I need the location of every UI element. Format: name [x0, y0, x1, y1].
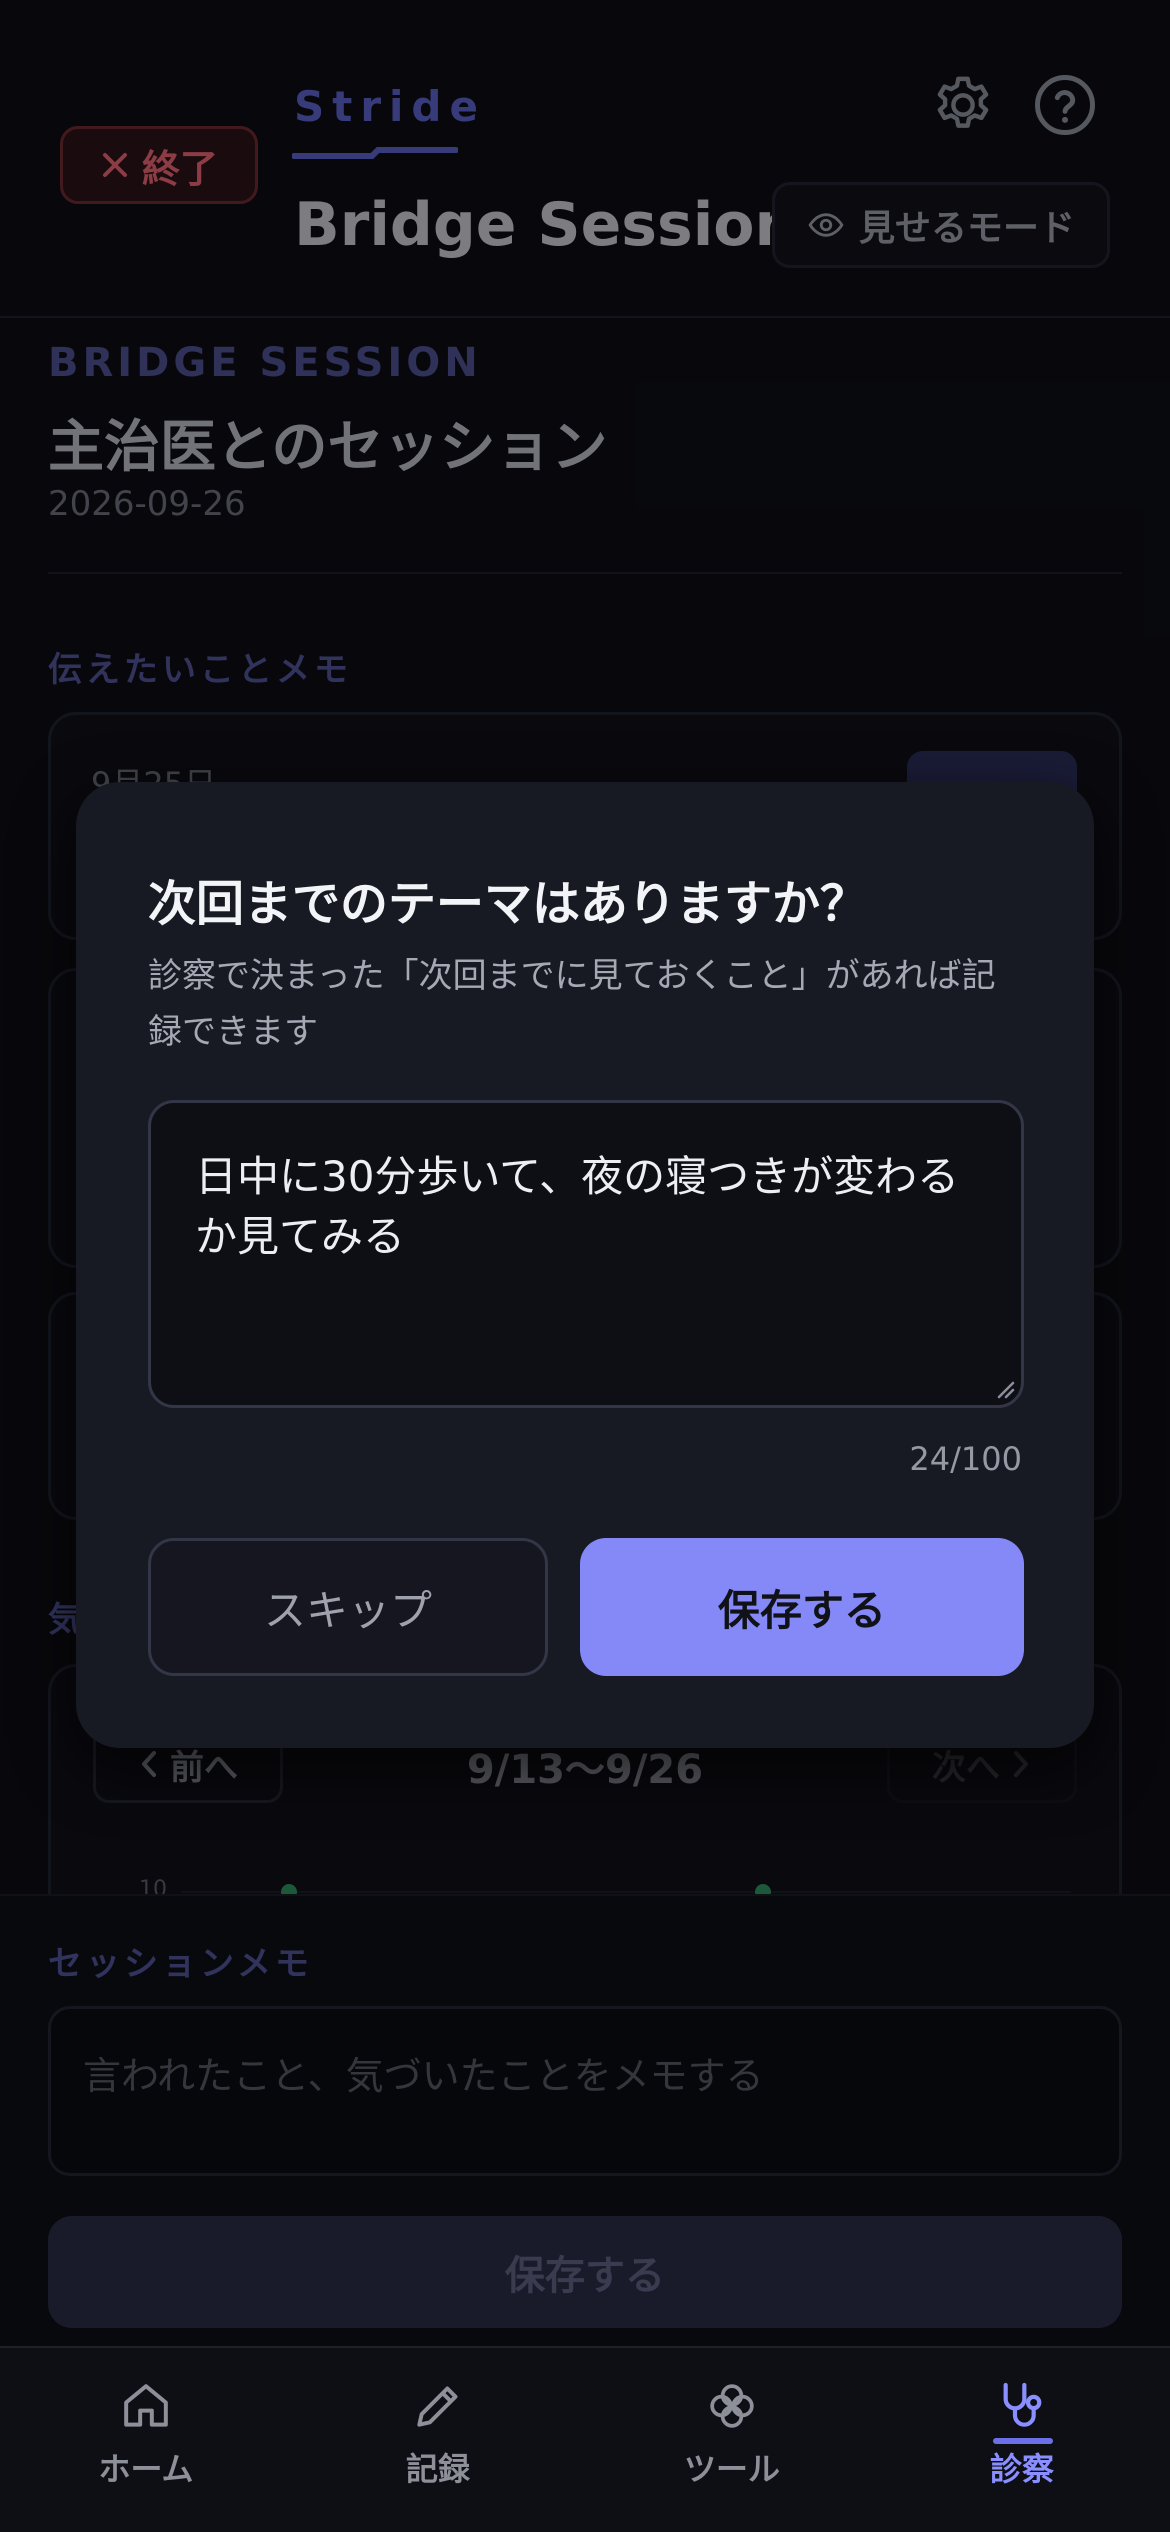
dialog-title: 次回までのテーマはありますか？ [148, 876, 869, 932]
home-icon [124, 2384, 168, 2427]
pencil-icon [417, 2386, 458, 2427]
nav-item-consult[interactable]: 診察 [902, 2378, 1142, 2490]
save-button[interactable]: 保存する [580, 1538, 1024, 1676]
stethoscope-icon [1003, 2382, 1042, 2427]
nav-label-record: 記録 [405, 2450, 470, 2488]
nav-label-consult: 診察 [989, 2450, 1054, 2488]
char-counter: 24/100 [909, 1440, 1022, 1478]
active-tab-indicator [993, 2438, 1053, 2444]
nav-item-home[interactable]: ホーム [26, 2378, 266, 2490]
dialog-description: 診察で決まった「次回までに見ておくこと」があれば記録できます [148, 956, 996, 1052]
nav-item-tools[interactable]: ツール [612, 2378, 852, 2490]
next-theme-dialog: 次回までのテーマはありますか？ 診察で決まった「次回までに見ておくこと」があれば… [76, 782, 1094, 1748]
nav-item-record[interactable]: 記録 [318, 2378, 558, 2490]
resize-handle-icon[interactable] [993, 1377, 1015, 1399]
skip-button[interactable]: スキップ [148, 1538, 548, 1676]
theme-textarea-value: 日中に30分歩いて、夜の寝つきが変わるか見てみる [195, 1152, 960, 1261]
theme-textarea[interactable]: 日中に30分歩いて、夜の寝つきが変わるか見てみる [148, 1100, 1024, 1408]
nav-label-tools: ツール [683, 2450, 780, 2488]
flower-icon [710, 2384, 754, 2428]
nav-label-home: ホーム [98, 2450, 194, 2488]
